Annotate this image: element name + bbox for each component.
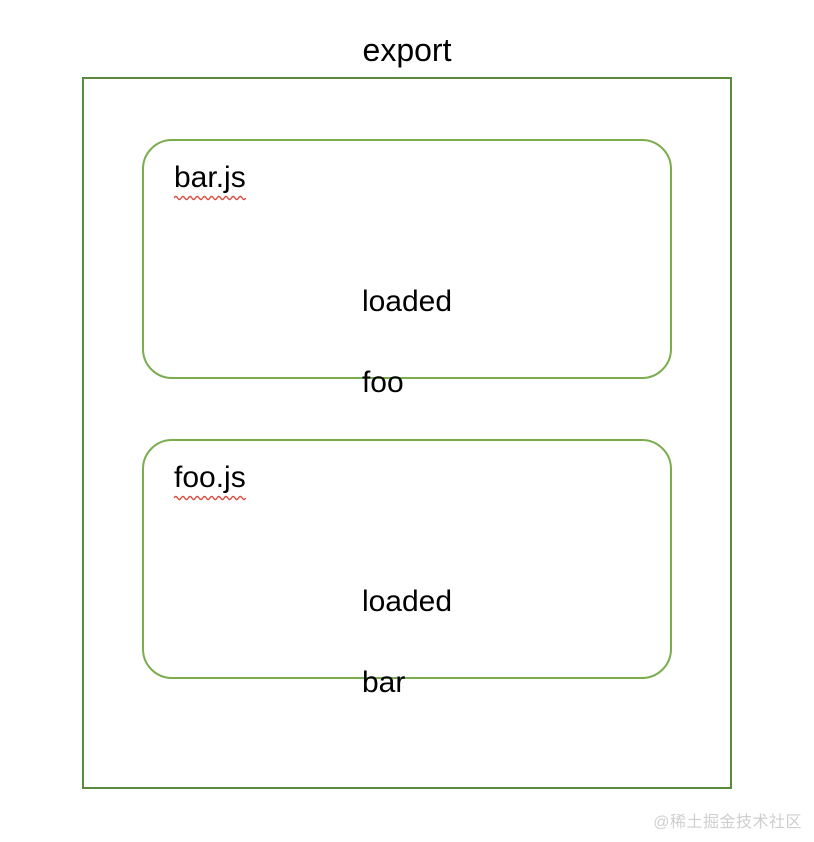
module-name-label: bar.js [174,161,246,194]
watermark: @稀土掘金技术社区 [653,808,802,832]
module-content-line1: loaded [362,585,452,618]
module-box-bar: bar.js loaded foo [142,139,672,379]
module-content-line1: loaded [362,285,452,318]
module-name-foo: foo.js [174,461,246,495]
export-container: bar.js loaded foo foo.js loaded bar [82,77,732,789]
spellcheck-underline-icon [174,495,246,501]
module-content-bar: loaded foo [362,241,452,403]
spellcheck-underline-icon [174,195,246,201]
diagram-title: export [0,0,814,77]
module-content-line2: bar [362,666,405,699]
module-box-foo: foo.js loaded bar [142,439,672,679]
module-name-bar: bar.js [174,161,246,195]
module-content-foo: loaded bar [362,541,452,703]
module-content-line2: foo [362,366,404,399]
module-name-label: foo.js [174,461,246,494]
